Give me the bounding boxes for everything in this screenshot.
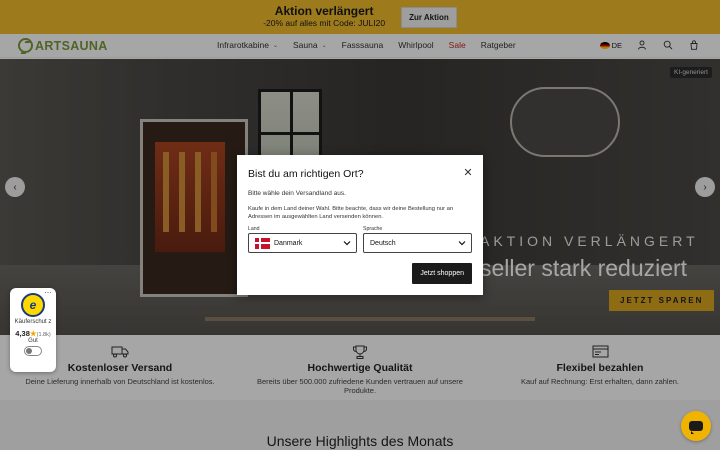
trust-score: 4,38★(1.8k)	[10, 329, 56, 338]
language-select[interactable]: Deutsch	[363, 233, 472, 253]
score-value: 4,38	[15, 329, 30, 338]
chevron-down-icon	[343, 241, 351, 246]
chat-button[interactable]	[681, 411, 711, 441]
country-modal: Bist du am richtigen Ort? ✕ Bitte wähle …	[237, 155, 483, 295]
trust-label: Käuferschut z	[14, 319, 52, 325]
language-field: Sprache Deutsch	[363, 226, 472, 253]
chat-icon	[689, 421, 703, 434]
country-field: Land Danmark	[248, 226, 357, 253]
country-label: Land	[248, 226, 260, 232]
denmark-flag-icon	[255, 237, 270, 249]
chevron-down-icon	[458, 241, 466, 246]
close-icon[interactable]: ✕	[463, 168, 473, 179]
review-count: (1.8k)	[36, 332, 51, 338]
more-options-icon[interactable]: ⋯	[44, 288, 52, 297]
badge-toggle[interactable]	[24, 346, 42, 356]
modal-note: Kaufe in dem Land deiner Wahl. Bitte bea…	[248, 206, 454, 220]
trusted-shops-badge[interactable]: ⋯ e Käuferschut z 4,38★(1.8k) Gut	[10, 288, 56, 372]
language-label: Sprache	[363, 226, 383, 232]
modal-subtitle: Bitte wähle dein Versandland aus.	[248, 190, 346, 197]
star-icon: ★	[29, 329, 37, 338]
language-value: Deutsch	[370, 239, 396, 247]
trusted-shops-logo-icon: e	[21, 293, 45, 317]
country-select[interactable]: Danmark	[248, 233, 357, 253]
shop-now-button[interactable]: Jetzt shoppen	[412, 263, 472, 284]
trust-grade: Gut	[28, 338, 38, 344]
modal-title: Bist du am richtigen Ort?	[248, 168, 364, 180]
country-value: Danmark	[274, 239, 303, 247]
